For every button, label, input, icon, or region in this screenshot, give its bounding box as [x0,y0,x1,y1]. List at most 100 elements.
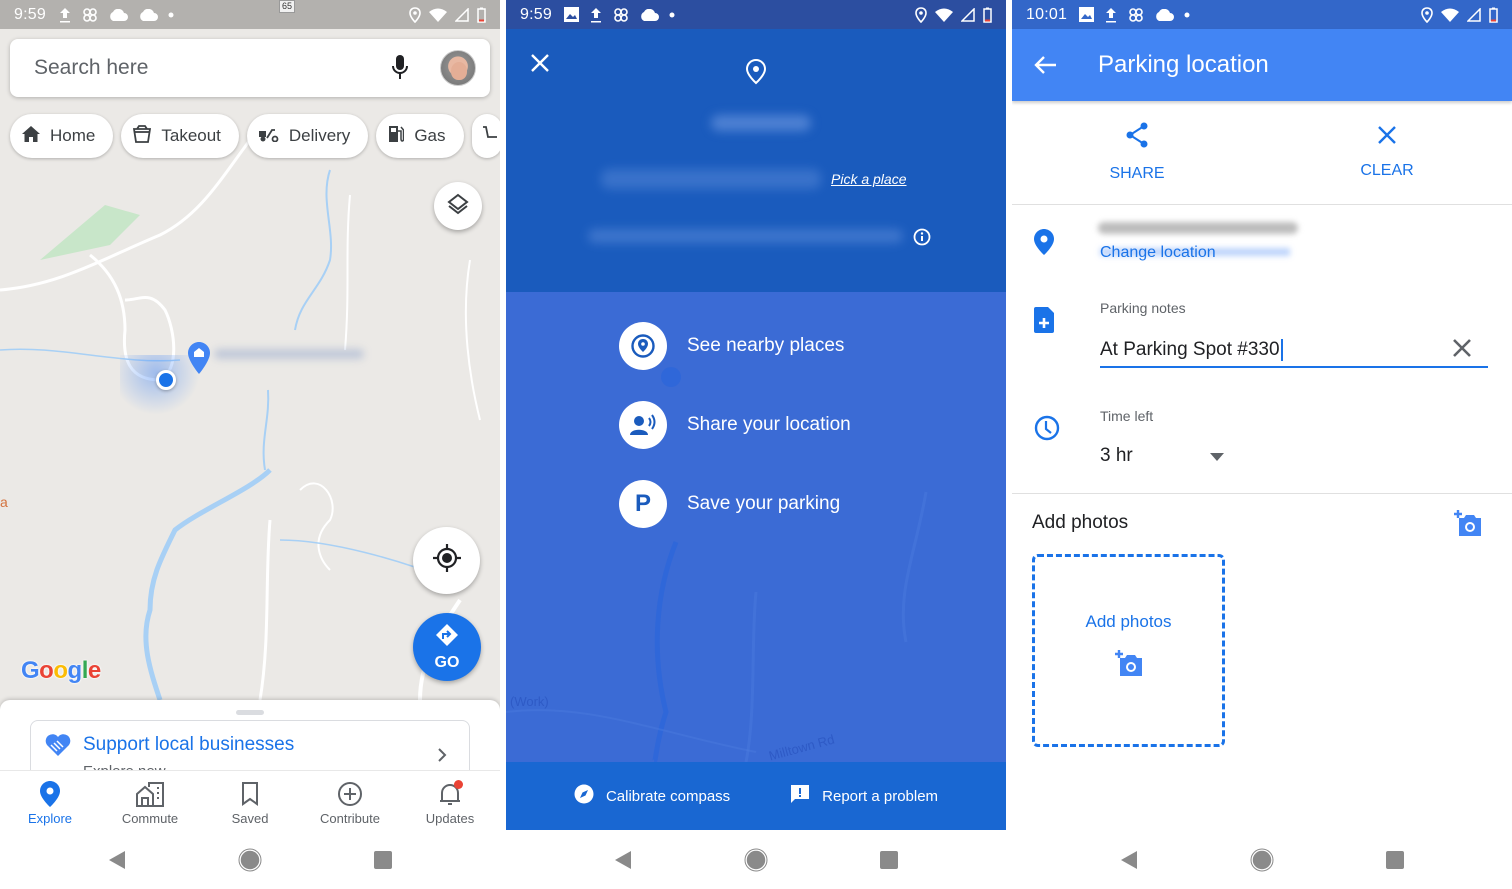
mic-icon[interactable] [388,53,412,83]
place-name-blurred [601,169,821,189]
layers-button[interactable] [434,182,482,230]
signal-icon [1467,7,1481,22]
clock-icon [1034,415,1060,446]
go-label: GO [434,653,460,671]
recents-nav-button[interactable] [1375,840,1415,880]
home-nav-button[interactable] [230,840,270,880]
share-button[interactable]: SHARE [1012,101,1262,204]
location-icon [915,6,927,23]
notes-value: At Parking Spot #330 [1100,339,1280,360]
nav-saved[interactable]: Saved [200,771,300,830]
map-label-work: (Work) [510,694,549,709]
category-chips: Home Takeout Delivery Gas [10,114,500,158]
clear-button[interactable]: CLEAR [1262,101,1512,204]
calibrate-compass-button[interactable]: Calibrate compass [574,784,730,808]
nav-updates[interactable]: Updates [400,771,500,830]
status-bar: 9:59 [0,0,500,29]
recents-nav-button[interactable] [869,840,909,880]
home-nav-button[interactable] [1242,840,1282,880]
image-icon [563,6,579,24]
support-card-title: Support local businesses [83,734,295,755]
cart-icon [482,125,500,148]
status-time: 9:59 [14,5,46,23]
chip-home[interactable]: Home [10,114,114,158]
pick-a-place-link[interactable]: Pick a place [831,171,906,187]
route-shield: 65 [279,0,295,13]
my-location-button[interactable] [413,527,480,594]
see-nearby-places-button[interactable]: See nearby places [619,322,851,370]
home-icon [22,125,40,147]
signal-icon [961,7,975,22]
parking-icon: P [619,480,667,528]
dot-icon [669,6,675,24]
nearby-places-icon [619,322,667,370]
address-blurred [711,115,811,131]
chip-gas[interactable]: Gas [376,114,464,158]
chip-takeout[interactable]: Takeout [121,114,239,158]
status-bar: 10:01 [1012,0,1512,29]
clear-notes-icon[interactable] [1452,338,1472,363]
add-photos-dropzone[interactable]: Add photos [1032,554,1225,747]
nav-contribute[interactable]: Contribute [300,771,400,830]
location-header: Pick a place [506,29,1006,292]
back-nav-button[interactable] [1109,840,1149,880]
save-your-parking-button[interactable]: P Save your parking [619,480,851,528]
share-your-location-button[interactable]: Share your location [619,401,851,449]
wifi-icon [935,8,953,22]
share-location-icon [619,401,667,449]
wifi-icon [429,8,447,22]
layers-icon [447,193,469,220]
support-local-card[interactable]: Support local businesses Explore now [30,720,470,772]
takeout-icon [133,124,152,148]
parking-actions: SHARE CLEAR [1012,101,1512,205]
status-time: 10:01 [1026,5,1068,23]
chevron-right-icon [437,747,447,768]
upload-icon [1104,6,1118,24]
chip-shopping[interactable] [471,114,500,158]
chip-delivery[interactable]: Delivery [246,114,369,158]
wifi-icon [1441,8,1459,22]
home-pin-icon[interactable] [188,342,210,379]
back-nav-button[interactable] [603,840,643,880]
add-photos-heading: Add photos [1032,512,1129,533]
pinwheel-icon [82,6,98,24]
search-bar[interactable]: Search here [10,39,490,97]
text-caret [1280,338,1283,361]
status-time: 9:59 [520,5,552,23]
nav-commute[interactable]: Commute [100,771,200,830]
page-title: Parking location [1098,51,1269,78]
image-icon [1079,6,1095,24]
system-navigation [0,830,500,889]
add-photo-camera-icon[interactable] [1453,510,1483,543]
coordinates-blurred [588,229,903,243]
cloud-icon [639,6,659,24]
time-left-dropdown[interactable]: 3 hr [1100,443,1224,469]
system-navigation [506,830,1006,889]
back-nav-button[interactable] [97,840,137,880]
upload-icon [589,6,603,24]
search-input[interactable]: Search here [34,56,388,80]
map-place-label: a [0,494,8,510]
back-arrow-icon[interactable] [1034,55,1058,75]
change-location-link[interactable]: Change location [1100,244,1216,262]
recents-nav-button[interactable] [363,840,403,880]
parking-notes-input[interactable]: At Parking Spot #330 [1100,334,1488,368]
sheet-drag-handle[interactable] [236,710,264,715]
info-icon[interactable] [913,228,931,251]
nav-explore[interactable]: Explore [0,771,100,830]
home-nav-button[interactable] [736,840,776,880]
avatar[interactable] [440,50,476,86]
battery-icon [1489,7,1498,23]
app-bar: Parking location [1012,29,1512,101]
battery-icon [983,7,992,23]
crosshair-icon [432,543,462,578]
time-left-value: 3 hr [1100,445,1133,466]
report-problem-button[interactable]: Report a problem [790,784,938,808]
chip-label: Takeout [161,126,221,145]
go-directions-button[interactable]: GO [413,613,481,681]
explore-bottom-sheet[interactable]: Support local businesses Explore now [0,700,500,772]
time-left-label: Time left [1100,408,1154,424]
close-icon[interactable] [528,51,552,75]
dot-icon [168,6,174,24]
pinwheel-icon [613,6,629,24]
